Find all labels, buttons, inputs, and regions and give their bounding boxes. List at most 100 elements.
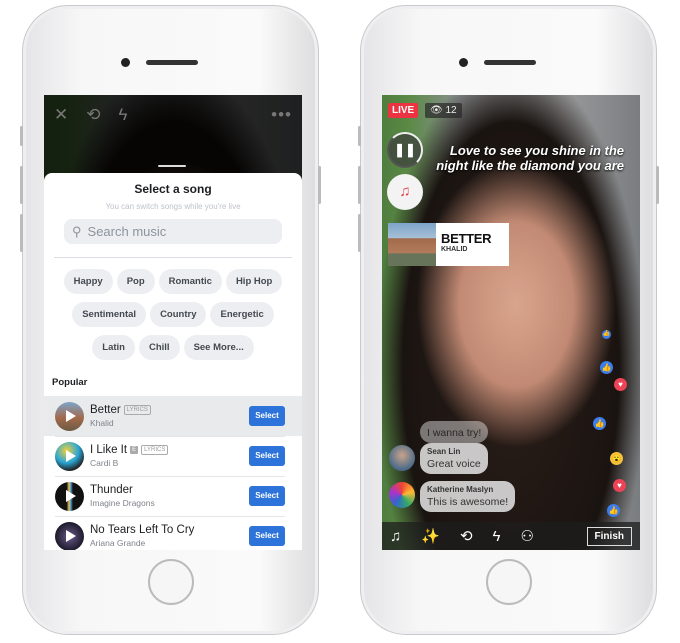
speaker	[484, 60, 536, 65]
comment-user: Katherine Maslyn	[427, 485, 494, 494]
chip-romantic[interactable]: Romantic	[158, 269, 222, 294]
home-button[interactable]	[148, 559, 194, 605]
finish-button[interactable]: Finish	[586, 526, 632, 546]
chip-energetic[interactable]: Energetic	[210, 302, 274, 327]
chip-hip-hop[interactable]: Hip Hop	[225, 269, 283, 294]
song-title: I Like It	[90, 444, 128, 456]
song-title: No Tears Left To Cry	[90, 524, 195, 536]
mute-switch	[358, 126, 361, 146]
power-button	[318, 166, 321, 204]
song-row[interactable]: I Like It E LYRICS Cardi B Select	[44, 436, 302, 476]
song-artist: Imagine Dragons	[90, 498, 155, 508]
comment-message: This is awesome!	[427, 496, 509, 508]
like-reaction-icon: 👍	[600, 361, 613, 374]
live-badge: LIVE	[388, 103, 419, 118]
pause-button[interactable]: ❚❚	[387, 132, 423, 168]
invite-guest-icon[interactable]: ⚇	[520, 527, 533, 545]
select-button[interactable]: Select	[249, 406, 285, 426]
lyrics-overlay: Love to see you shine in the night like …	[436, 143, 624, 173]
top-controls: ✕ ⟲ ϟ •••	[54, 105, 292, 125]
front-camera	[121, 58, 130, 67]
album-art-play-icon[interactable]	[55, 401, 84, 431]
chip-see-more[interactable]: See More...	[183, 335, 254, 360]
chip-latin[interactable]: Latin	[92, 335, 135, 360]
search-input[interactable]: ⚲ Search music	[64, 219, 282, 244]
now-playing-title: BETTER	[441, 231, 492, 246]
home-button[interactable]	[486, 559, 532, 605]
volume-down	[20, 214, 23, 252]
genre-chips: Happy Pop Romantic Hip Hop Sentimental C…	[44, 258, 302, 360]
song-title: Thunder	[90, 484, 133, 496]
song-title: Better	[90, 404, 121, 416]
volume-up	[20, 166, 23, 204]
flash-off-icon[interactable]: ϟ	[119, 105, 128, 125]
album-art	[388, 223, 436, 266]
like-reaction-icon: 👍	[593, 417, 606, 430]
chip-chill[interactable]: Chill	[138, 335, 180, 360]
song-picker-sheet: Select a song You can switch songs while…	[44, 173, 302, 550]
sheet-handle[interactable]	[158, 165, 186, 167]
phone-right: LIVE 👁 12 ❚❚ Love to see you shine in th…	[358, 5, 659, 635]
comment: I wanna try!	[420, 421, 489, 443]
more-icon[interactable]: •••	[271, 105, 292, 125]
chip-sentimental[interactable]: Sentimental	[72, 302, 147, 327]
comment-user: Sean Lin	[427, 447, 461, 456]
power-button	[656, 166, 659, 204]
lyrics-badge: LYRICS	[141, 445, 169, 455]
effects-wand-icon[interactable]: ✨	[421, 527, 440, 545]
eye-icon: 👁	[430, 105, 443, 116]
song-row[interactable]: Thunder Imagine Dragons Select	[44, 476, 302, 516]
chip-happy[interactable]: Happy	[63, 269, 113, 294]
flash-off-icon[interactable]: ϟ	[493, 528, 501, 545]
section-header: Popular	[52, 377, 88, 388]
pause-icon: ❚❚	[394, 142, 416, 157]
front-camera	[459, 58, 468, 67]
music-lyrics-icon: ♫	[399, 183, 411, 200]
song-artist: Cardi B	[90, 458, 119, 468]
select-button[interactable]: Select	[249, 526, 285, 546]
camera-flip-icon[interactable]: ⟲	[86, 105, 100, 125]
heart-reaction-icon: ♥	[613, 479, 626, 492]
album-art-play-icon[interactable]	[55, 521, 84, 550]
search-placeholder: Search music	[87, 224, 167, 239]
explicit-badge: E	[130, 446, 139, 454]
screen: LIVE 👁 12 ❚❚ Love to see you shine in th…	[382, 95, 640, 550]
lyrics-badge: LYRICS	[123, 405, 151, 415]
chip-country[interactable]: Country	[150, 302, 207, 327]
volume-up	[358, 166, 361, 204]
viewer-number: 12	[445, 105, 457, 116]
comment-message: I wanna try!	[427, 427, 482, 439]
phone-left: ✕ ⟲ ϟ ••• Select a song You can switch s…	[20, 5, 321, 635]
like-reaction-icon: 👍	[607, 504, 620, 517]
mute-switch	[20, 126, 23, 146]
comment: Katherine Maslyn This is awesome!	[420, 481, 516, 512]
now-playing-artist: KHALID	[441, 246, 468, 253]
wow-reaction-icon: 😮	[610, 452, 623, 465]
volume-down	[358, 214, 361, 252]
song-artist: Ariana Grande	[90, 538, 146, 548]
now-playing-card[interactable]: BETTER KHALID	[388, 223, 509, 266]
speaker	[146, 60, 198, 65]
viewer-count: 👁 12	[425, 103, 462, 118]
chip-pop[interactable]: Pop	[116, 269, 155, 294]
album-art-play-icon[interactable]	[55, 441, 84, 471]
sheet-title: Select a song	[134, 182, 212, 196]
search-icon: ⚲	[72, 223, 82, 239]
select-button[interactable]: Select	[249, 486, 285, 506]
heart-reaction-icon: ♥	[614, 378, 627, 391]
album-art-play-icon[interactable]	[55, 481, 84, 511]
song-list: Better LYRICS Khalid Select I Like It E LYR…	[44, 396, 302, 550]
screen: ✕ ⟲ ϟ ••• Select a song You can switch s…	[44, 95, 302, 550]
song-row[interactable]: No Tears Left To Cry Ariana Grande Selec…	[44, 516, 302, 550]
select-button[interactable]: Select	[249, 446, 285, 466]
music-icon[interactable]: ♫	[390, 528, 401, 545]
song-row[interactable]: Better LYRICS Khalid Select	[44, 396, 302, 436]
close-icon[interactable]: ✕	[54, 105, 68, 125]
comment: Sean Lin Great voice	[420, 443, 488, 474]
bottom-toolbar: ♫ ✨ ⟲ ϟ ⚇ Finish	[382, 522, 640, 550]
comment-message: Great voice	[427, 458, 481, 470]
camera-flip-icon[interactable]: ⟲	[460, 527, 473, 545]
avatar	[389, 482, 415, 508]
sheet-subtitle: You can switch songs while you're live	[105, 202, 241, 211]
lyrics-toggle-button[interactable]: ♫	[387, 174, 423, 210]
